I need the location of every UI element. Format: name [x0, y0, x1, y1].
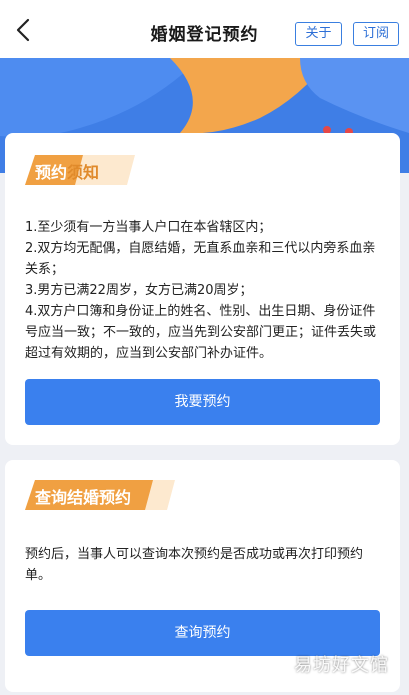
subscribe-button[interactable]: 订阅: [353, 22, 399, 46]
notice-item: 3.男方已满22周岁，女方已满20周岁；: [25, 283, 253, 298]
query-tag-label: 查询结婚预约: [35, 488, 132, 507]
notice-tag-label: 预约: [35, 163, 68, 182]
notice-item: 1.至少须有一方当事人户口在本省辖区内；: [25, 220, 272, 235]
notice-item: 4.双方户口簿和身份证上的姓名、性别、出生日期、身份证件号应当一致；不一致的，应…: [25, 304, 377, 361]
notice-item: 2.双方均无配偶，自愿结婚，无直系血亲和三代以内旁系血亲关系；: [25, 241, 376, 277]
page-title: 婚姻登记预约: [150, 25, 259, 45]
notice-tag-label-accent: 须知: [67, 163, 100, 182]
query-description: 预约后，当事人可以查询本次预约是否成功或再次打印预约单。: [25, 547, 364, 583]
about-button[interactable]: 关于: [295, 22, 342, 46]
query-reservation-button[interactable]: 查询预约: [25, 610, 380, 656]
top-nav-bar: 婚姻登记预约 关于 订阅: [0, 0, 409, 58]
notice-tag: 预约须知: [25, 155, 135, 185]
reservation-notice-card: 预约须知 1.至少须有一方当事人户口在本省辖区内； 2.双方均无配偶，自愿结婚，…: [5, 133, 400, 445]
make-reservation-button[interactable]: 我要预约: [25, 379, 380, 425]
watermark: 易坊好文馆: [294, 655, 389, 676]
query-tag: 查询结婚预约: [25, 480, 175, 510]
notice-text: 1.至少须有一方当事人户口在本省辖区内； 2.双方均无配偶，自愿结婚，无直系血亲…: [25, 217, 385, 364]
